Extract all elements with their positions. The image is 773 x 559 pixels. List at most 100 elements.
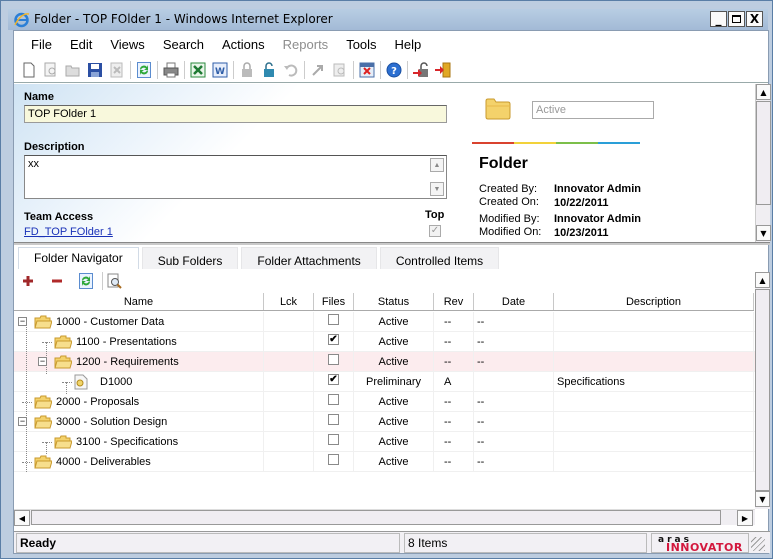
print-button[interactable] bbox=[160, 60, 182, 80]
table-row[interactable]: −3000 - Solution Design Active -- -- bbox=[14, 412, 755, 432]
cell-lck bbox=[264, 312, 314, 331]
new-document-button[interactable] bbox=[18, 60, 40, 80]
remove-button[interactable] bbox=[47, 272, 67, 290]
column-header-lck[interactable]: Lck bbox=[264, 293, 314, 310]
top-label: Top bbox=[425, 209, 445, 221]
window-controls: _ X bbox=[710, 11, 763, 27]
exit-icon bbox=[435, 62, 451, 77]
scroll-left-icon[interactable]: ◀ bbox=[14, 510, 30, 526]
scroll-thumb[interactable] bbox=[756, 101, 771, 205]
column-header-status[interactable]: Status bbox=[354, 293, 434, 310]
description-scrollbar[interactable]: ▲ ▼ bbox=[430, 158, 444, 196]
refresh-button[interactable] bbox=[133, 60, 155, 80]
created-by-label: Created By: bbox=[479, 183, 538, 195]
table-row[interactable]: 1100 - Presentations ✔ Active -- -- bbox=[14, 332, 755, 352]
node-label[interactable]: 3000 - Solution Design bbox=[56, 412, 167, 431]
excel-button[interactable] bbox=[187, 60, 209, 80]
tab-folder-navigator[interactable]: Folder Navigator bbox=[18, 247, 139, 269]
node-label[interactable]: 1000 - Customer Data bbox=[56, 312, 164, 331]
node-label[interactable]: 4000 - Deliverables bbox=[56, 452, 151, 471]
tab-sub-folders[interactable]: Sub Folders bbox=[141, 247, 239, 269]
table-row[interactable]: 3100 - Specifications Active -- -- bbox=[14, 432, 755, 452]
node-label[interactable]: 3100 - Specifications bbox=[76, 432, 178, 451]
close-button[interactable]: X bbox=[746, 11, 763, 27]
menu-views[interactable]: Views bbox=[101, 37, 153, 52]
table-row[interactable]: −1200 - Requirements Active -- -- bbox=[14, 352, 755, 372]
files-checkbox[interactable] bbox=[328, 433, 339, 445]
refresh-button[interactable] bbox=[76, 272, 96, 290]
form-scrollbar[interactable]: ▲ ▼ bbox=[755, 84, 771, 242]
files-checkbox[interactable] bbox=[328, 453, 339, 465]
tree-connector bbox=[42, 442, 52, 443]
files-checkbox[interactable] bbox=[328, 313, 339, 325]
menu-actions[interactable]: Actions bbox=[213, 37, 274, 52]
column-header-files[interactable]: Files bbox=[314, 293, 354, 310]
exit-button[interactable] bbox=[432, 60, 454, 80]
find-document-button bbox=[329, 60, 351, 80]
node-label[interactable]: 2000 - Proposals bbox=[56, 392, 139, 411]
column-header-date[interactable]: Date bbox=[474, 293, 554, 310]
maximize-icon bbox=[732, 15, 741, 23]
resize-grip-icon[interactable] bbox=[751, 537, 765, 551]
table-row[interactable]: −1000 - Customer Data Active -- -- bbox=[14, 312, 755, 332]
node-label[interactable]: 1200 - Requirements bbox=[76, 352, 179, 371]
menu-search[interactable]: Search bbox=[154, 37, 213, 52]
node-label[interactable]: D1000 bbox=[100, 372, 132, 391]
cell-lck bbox=[264, 432, 314, 451]
table-row[interactable]: 4000 - Deliverables Active -- -- bbox=[14, 452, 755, 472]
folder-icon bbox=[485, 98, 511, 120]
word-button[interactable]: W bbox=[209, 60, 231, 80]
minimize-button[interactable]: _ bbox=[710, 11, 727, 27]
help-button[interactable]: ? bbox=[383, 60, 405, 80]
cell-status: Active bbox=[354, 412, 434, 431]
scroll-up-icon[interactable]: ▲ bbox=[756, 84, 771, 100]
grid-horizontal-scrollbar[interactable]: ◀ ▶ bbox=[14, 509, 755, 526]
description-field[interactable]: xx ▲ ▼ bbox=[24, 155, 447, 199]
status-text: Ready bbox=[16, 533, 400, 553]
save-button[interactable] bbox=[84, 60, 106, 80]
files-checkbox[interactable] bbox=[328, 353, 339, 365]
add-icon bbox=[23, 276, 33, 286]
team-access-link[interactable]: FD_TOP FOlder 1 bbox=[24, 226, 113, 238]
files-checkbox[interactable]: ✔ bbox=[328, 333, 339, 345]
pane-splitter[interactable] bbox=[14, 242, 770, 245]
menu-edit[interactable]: Edit bbox=[61, 37, 101, 52]
column-header-description[interactable]: Description bbox=[554, 293, 754, 310]
close-form-button[interactable] bbox=[356, 60, 378, 80]
column-header-rev[interactable]: Rev bbox=[434, 293, 474, 310]
files-checkbox[interactable] bbox=[328, 413, 339, 425]
add-button[interactable] bbox=[18, 272, 38, 290]
scroll-up-icon[interactable]: ▲ bbox=[430, 158, 444, 172]
menu-tools[interactable]: Tools bbox=[337, 37, 385, 52]
node-label[interactable]: 1100 - Presentations bbox=[76, 332, 177, 351]
scroll-down-icon[interactable]: ▼ bbox=[430, 182, 444, 196]
scroll-down-icon[interactable]: ▼ bbox=[755, 491, 770, 507]
toolbar-separator bbox=[233, 60, 234, 79]
window-title: Folder - TOP FOlder 1 - Windows Internet… bbox=[34, 12, 333, 26]
column-header-name[interactable]: Name bbox=[14, 293, 264, 310]
scroll-up-icon[interactable]: ▲ bbox=[755, 272, 770, 288]
scroll-thumb[interactable] bbox=[755, 289, 770, 491]
grid-vertical-scrollbar[interactable]: ▲ ▼ bbox=[755, 272, 770, 509]
name-field[interactable]: TOP FOlder 1 bbox=[24, 105, 447, 123]
table-row[interactable]: 2000 - Proposals Active -- -- bbox=[14, 392, 755, 412]
cell-date: -- bbox=[474, 412, 554, 431]
scroll-down-icon[interactable]: ▼ bbox=[756, 225, 771, 241]
unlock-close-button[interactable] bbox=[410, 60, 432, 80]
files-checkbox[interactable] bbox=[328, 393, 339, 405]
scroll-right-icon[interactable]: ▶ bbox=[737, 510, 753, 526]
maximize-button[interactable] bbox=[728, 11, 745, 27]
cell-name: −1200 - Requirements bbox=[14, 352, 264, 371]
menu-help[interactable]: Help bbox=[386, 37, 431, 52]
cell-description bbox=[554, 412, 754, 431]
files-checkbox[interactable]: ✔ bbox=[328, 373, 339, 385]
scroll-thumb[interactable] bbox=[31, 510, 721, 525]
top-checkbox[interactable]: ✓ bbox=[429, 225, 441, 237]
search-button[interactable] bbox=[105, 272, 125, 290]
menu-file[interactable]: File bbox=[22, 37, 61, 52]
unlock-button[interactable] bbox=[258, 60, 280, 80]
modified-by-label: Modified By: bbox=[479, 213, 540, 225]
tab-controlled-items[interactable]: Controlled Items bbox=[379, 247, 500, 269]
tab-folder-attachments[interactable]: Folder Attachments bbox=[241, 247, 377, 269]
table-row[interactable]: D1000 ✔ Preliminary A Specifications bbox=[14, 372, 755, 392]
